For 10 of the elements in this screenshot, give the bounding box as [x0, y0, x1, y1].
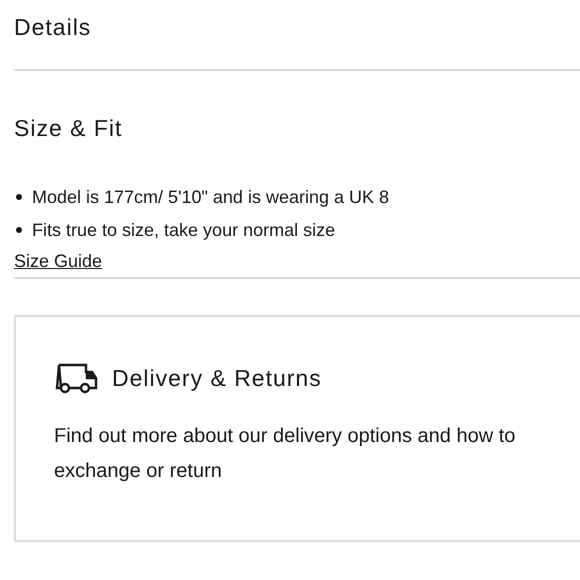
fit-note: Fits true to size, take your normal size [32, 218, 336, 242]
bullet-icon [16, 194, 22, 200]
truck-icon [54, 362, 98, 394]
delivery-text: Find out more about our delivery options and how to exchange or return [54, 424, 516, 484]
size-guide-link[interactable]: Size Guide [14, 250, 102, 270]
delivery-heading[interactable]: Delivery & Returns [112, 360, 322, 395]
section-heading[interactable]: Size & Fit [14, 71, 580, 184]
bullet-icon [16, 227, 22, 233]
fit-note: Model is 177cm/ 5'10" and is wearing a UK 8 [32, 186, 390, 209]
section-heading[interactable]: Details [14, 0, 580, 71]
